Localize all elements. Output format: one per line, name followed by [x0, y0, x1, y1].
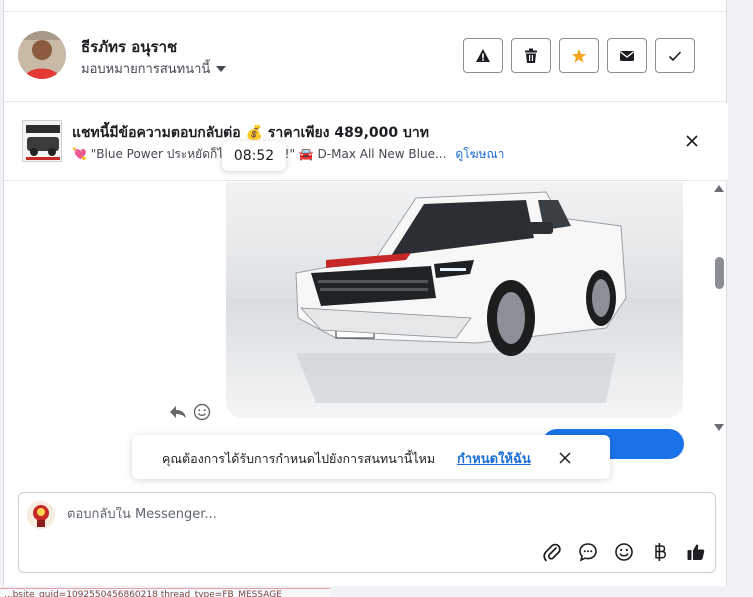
thumbs-up-icon	[687, 544, 705, 560]
message-timestamp-tooltip: 08:52	[222, 141, 286, 171]
attach-button[interactable]	[541, 541, 563, 563]
saved-replies-button[interactable]	[577, 541, 599, 563]
star-button[interactable]	[559, 38, 599, 73]
mark-done-button[interactable]	[655, 38, 695, 73]
like-button[interactable]	[685, 541, 707, 563]
check-icon	[668, 50, 682, 61]
scroll-up-arrow[interactable]	[714, 185, 724, 192]
chevron-down-icon	[216, 65, 227, 72]
emoji-icon	[615, 543, 633, 561]
delete-button[interactable]	[511, 38, 551, 73]
react-emoji-icon[interactable]	[193, 403, 211, 421]
close-icon	[686, 135, 698, 147]
reply-icon[interactable]	[169, 404, 187, 420]
payment-button[interactable]	[649, 541, 671, 563]
message-composer	[18, 492, 716, 573]
assign-prompt-close-button[interactable]	[558, 450, 572, 464]
contact-name: ธีรภัทร อนุราช	[81, 38, 178, 56]
conversation-header: ธีรภัทร อนุราช มอบหมายการสนทนานี้	[4, 12, 728, 102]
right-gutter	[728, 0, 753, 597]
reply-input[interactable]	[67, 507, 667, 522]
scroll-down-arrow[interactable]	[714, 424, 724, 431]
header-actions	[463, 38, 695, 73]
trash-icon	[525, 48, 537, 63]
message-image[interactable]: ผห 3981	[226, 182, 683, 418]
ad-thumbnail[interactable]	[22, 120, 62, 162]
baht-icon	[655, 543, 667, 561]
assign-prompt: คุณต้องการได้รับการกำหนดไปยังการสนทนานี้…	[132, 435, 610, 479]
page-avatar	[27, 501, 55, 529]
mark-unread-button[interactable]	[607, 38, 647, 73]
close-icon	[559, 452, 571, 464]
emoji-button[interactable]	[613, 541, 635, 563]
assign-label: มอบหมายการสนทนานี้	[81, 62, 211, 77]
scrollbar-thumb[interactable]	[715, 257, 724, 289]
inbox-panel: ธีรภัทร อนุราช มอบหมายการสนทนานี้ แชทนี้…	[3, 0, 728, 586]
chat-bubble-icon	[579, 543, 597, 562]
ad-context-banner: แชทนี้มีข้อความตอบกลับต่อ 💰 ราคาเพียง 48…	[4, 103, 728, 181]
contact-avatar[interactable]	[18, 31, 66, 79]
ad-subtitle-row: 💘 "Blue Power ประหยัดก็ได้ แรงก็ดีนะ!" 🚘…	[72, 145, 504, 164]
status-url: ...bsite_guid=1092550456860218 thread_ty…	[0, 588, 330, 597]
assign-dropdown[interactable]: มอบหมายการสนทนานี้	[81, 58, 227, 79]
envelope-icon	[620, 50, 634, 61]
alert-icon	[476, 48, 490, 62]
report-button[interactable]	[463, 38, 503, 73]
assign-to-me-link[interactable]: กำหนดให้ฉัน	[457, 448, 531, 469]
view-ad-link[interactable]: ดูโฆษณา	[455, 145, 504, 164]
paperclip-icon	[543, 543, 561, 562]
star-icon	[571, 48, 587, 63]
ad-close-button[interactable]	[682, 131, 702, 151]
composer-tools	[541, 541, 707, 563]
assign-prompt-text: คุณต้องการได้รับการกำหนดไปยังการสนทนานี้…	[162, 451, 436, 466]
